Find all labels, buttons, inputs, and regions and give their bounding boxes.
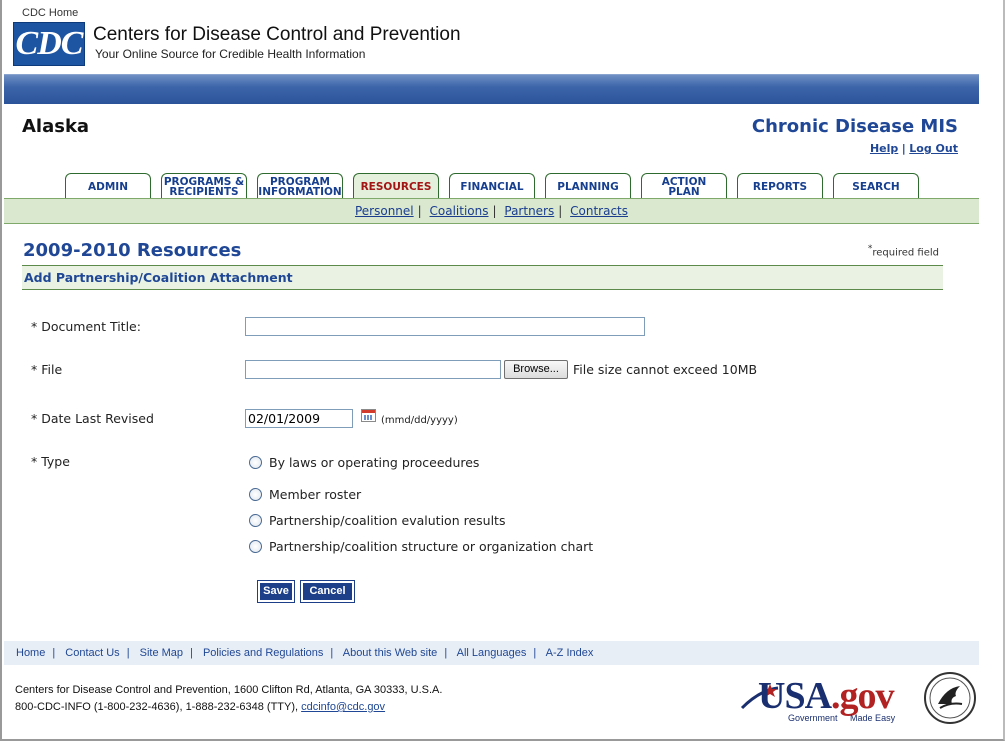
footer-link-languages[interactable]: All Languages bbox=[457, 647, 527, 659]
subnav-personnel[interactable]: Personnel bbox=[355, 204, 414, 218]
tab-search[interactable]: SEARCH bbox=[833, 173, 919, 199]
footer-links: Home | Contact Us | Site Map | Policies and… bbox=[4, 641, 979, 665]
phone-line: 800-CDC-INFO (1-800-232-4636), 1-888-232… bbox=[15, 701, 386, 713]
calendar-icon[interactable] bbox=[361, 409, 376, 422]
file-path-input[interactable] bbox=[245, 360, 501, 379]
type-option-evaluation-results[interactable]: Partnership/coalition evalution results bbox=[249, 513, 505, 528]
subnav-contracts[interactable]: Contracts bbox=[570, 204, 628, 218]
subnav-partners[interactable]: Partners bbox=[504, 204, 554, 218]
footer-link-az-index[interactable]: A-Z Index bbox=[546, 647, 594, 659]
date-last-revised-input[interactable] bbox=[245, 409, 353, 428]
tab-action-plan[interactable]: ACTION PLAN bbox=[641, 173, 727, 199]
footer-link-contact[interactable]: Contact Us bbox=[65, 647, 119, 659]
type-option-bylaws[interactable]: By laws or operating proceedures bbox=[249, 455, 479, 470]
header-blue-bar bbox=[4, 74, 979, 104]
document-title-input[interactable] bbox=[245, 317, 645, 336]
hhs-seal-icon[interactable] bbox=[924, 672, 976, 724]
radio-button[interactable] bbox=[249, 540, 262, 553]
footer-link-home[interactable]: Home bbox=[16, 647, 45, 659]
subnav-coalitions[interactable]: Coalitions bbox=[430, 204, 489, 218]
radio-button[interactable] bbox=[249, 456, 262, 469]
page-title: 2009-2010 Resources bbox=[23, 240, 242, 261]
org-tagline: Your Online Source for Credible Health I… bbox=[95, 47, 366, 61]
type-option-member-roster[interactable]: Member roster bbox=[249, 487, 361, 502]
email-link[interactable]: cdcinfo@cdc.gov bbox=[301, 701, 385, 713]
section-heading: Add Partnership/Coalition Attachment bbox=[22, 265, 943, 290]
date-format-hint: (mmd/dd/yyyy) bbox=[381, 415, 458, 426]
type-label: * Type bbox=[31, 454, 70, 469]
cdc-home-link[interactable]: CDC Home bbox=[22, 7, 78, 19]
tab-reports[interactable]: REPORTS bbox=[737, 173, 823, 199]
system-title: Chronic Disease MIS bbox=[751, 116, 958, 137]
browse-button[interactable]: Browse... bbox=[504, 360, 568, 379]
tab-planning[interactable]: PLANNING bbox=[545, 173, 631, 199]
radio-button[interactable] bbox=[249, 514, 262, 527]
help-separator: | bbox=[901, 142, 906, 155]
tab-resources[interactable]: RESOURCES bbox=[353, 173, 439, 199]
help-link[interactable]: Help bbox=[870, 142, 898, 155]
radio-button[interactable] bbox=[249, 488, 262, 501]
address-line: Centers for Disease Control and Preventi… bbox=[15, 684, 443, 696]
footer-link-policies[interactable]: Policies and Regulations bbox=[203, 647, 323, 659]
save-button[interactable]: Save bbox=[257, 580, 295, 603]
type-option-structure-chart[interactable]: Partnership/coalition structure or organ… bbox=[249, 539, 593, 554]
usa-gov-logo[interactable]: USA.gov Government Made Easy bbox=[740, 672, 920, 723]
sub-navigation: Personnel | Coalitions | Partners | Contrac… bbox=[4, 198, 979, 224]
logout-link[interactable]: Log Out bbox=[909, 142, 958, 155]
required-field-note: *required field bbox=[867, 244, 939, 259]
footer-link-about[interactable]: About this Web site bbox=[343, 647, 438, 659]
cdc-logo[interactable]: CDC bbox=[13, 22, 85, 66]
main-tabs: ADMIN PROGRAMS & RECIPIENTS PROGRAM INFORM… bbox=[2, 173, 980, 199]
footer-link-site-map[interactable]: Site Map bbox=[140, 647, 183, 659]
tab-financial[interactable]: FINANCIAL bbox=[449, 173, 535, 199]
file-size-hint: File size cannot exceed 10MB bbox=[573, 362, 758, 377]
footer-address: Centers for Disease Control and Preventi… bbox=[15, 682, 442, 716]
date-last-revised-label: * Date Last Revised bbox=[31, 411, 154, 426]
page: CDC Home CDC Centers for Disease Control… bbox=[0, 0, 1005, 741]
help-links: Help | Log Out bbox=[870, 142, 958, 155]
file-label: * File bbox=[31, 362, 63, 377]
tab-admin[interactable]: ADMIN bbox=[65, 173, 151, 199]
tab-programs-recipients[interactable]: PROGRAMS & RECIPIENTS bbox=[161, 173, 247, 199]
tab-program-information[interactable]: PROGRAM INFORMATION bbox=[257, 173, 343, 199]
state-name: Alaska bbox=[22, 116, 90, 137]
document-title-label: * Document Title: bbox=[31, 319, 141, 334]
org-name: Centers for Disease Control and Preventi… bbox=[93, 24, 461, 45]
cancel-button[interactable]: Cancel bbox=[300, 580, 355, 603]
